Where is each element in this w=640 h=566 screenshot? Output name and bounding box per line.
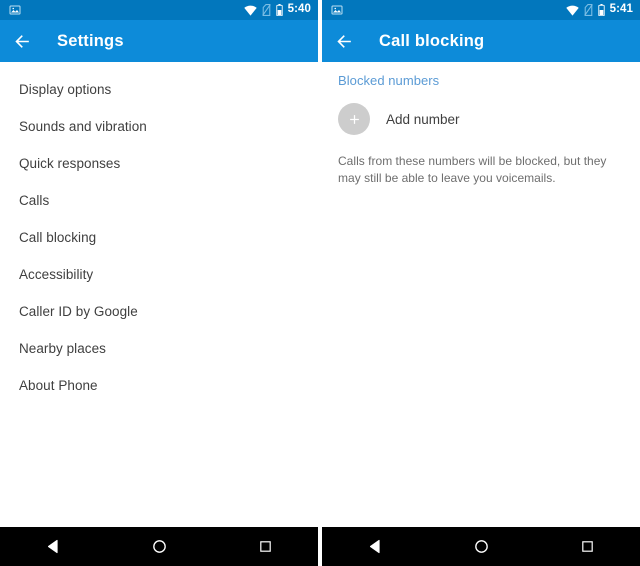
app-bar: Settings	[0, 20, 318, 62]
settings-item-quick-responses[interactable]: Quick responses	[0, 145, 318, 182]
wifi-icon	[243, 5, 257, 16]
settings-list: Display options Sounds and vibration Qui…	[0, 62, 318, 404]
settings-screen-panel: 5:40 Settings Display options Sounds and…	[0, 0, 318, 566]
list-item-label: Nearby places	[19, 341, 106, 356]
status-bar-clock: 5:41	[609, 2, 633, 15]
settings-item-sounds-and-vibration[interactable]: Sounds and vibration	[0, 108, 318, 145]
image-notification-icon	[331, 4, 343, 16]
settings-item-nearby-places[interactable]: Nearby places	[0, 330, 318, 367]
nav-recents-button[interactable]	[559, 527, 615, 566]
back-triangle-icon	[45, 538, 62, 555]
settings-content: Display options Sounds and vibration Qui…	[0, 62, 318, 527]
settings-item-call-blocking[interactable]: Call blocking	[0, 219, 318, 256]
no-sim-icon	[261, 4, 271, 16]
settings-item-caller-id-by-google[interactable]: Caller ID by Google	[0, 293, 318, 330]
status-bar: 5:41	[322, 0, 640, 20]
list-item-label: About Phone	[19, 378, 98, 393]
status-bar-notifications	[331, 4, 343, 16]
recents-square-icon	[258, 539, 273, 554]
list-item-label: Sounds and vibration	[19, 119, 147, 134]
settings-item-display-options[interactable]: Display options	[0, 71, 318, 108]
call-blocking-description: Calls from these numbers will be blocked…	[338, 154, 607, 185]
page-title: Call blocking	[379, 31, 485, 50]
battery-icon	[597, 4, 605, 16]
nav-home-button[interactable]	[453, 527, 509, 566]
list-item-label: Call blocking	[19, 230, 97, 245]
status-bar-icons: 5:41	[565, 2, 633, 17]
recents-square-icon	[580, 539, 595, 554]
settings-item-about-phone[interactable]: About Phone	[0, 367, 318, 404]
wifi-icon	[565, 5, 579, 16]
no-sim-icon	[583, 4, 593, 16]
back-button[interactable]	[322, 20, 366, 62]
back-triangle-icon	[367, 538, 384, 555]
list-item-label: Caller ID by Google	[19, 304, 138, 319]
status-bar-notifications	[9, 4, 21, 16]
list-item-label: Accessibility	[19, 267, 94, 282]
navigation-bar	[0, 527, 318, 566]
plus-icon	[338, 103, 370, 135]
back-arrow-icon	[335, 32, 354, 51]
image-notification-icon	[9, 4, 21, 16]
add-number-button[interactable]: Add number	[322, 88, 640, 135]
dual-screenshot-container: 5:40 Settings Display options Sounds and…	[0, 0, 640, 566]
call-blocking-screen-panel: 5:41 Call blocking Blocked numbers Add n…	[322, 0, 640, 566]
call-blocking-content: Blocked numbers Add number Calls from th…	[322, 62, 640, 527]
list-item-label: Quick responses	[19, 156, 121, 171]
nav-home-button[interactable]	[131, 527, 187, 566]
battery-icon	[275, 4, 283, 16]
home-circle-icon	[473, 538, 490, 555]
nav-recents-button[interactable]	[237, 527, 293, 566]
blocked-numbers-section-header: Blocked numbers	[338, 73, 440, 88]
status-bar: 5:40	[0, 0, 318, 20]
list-item-label: Display options	[19, 82, 112, 97]
list-item-label: Calls	[19, 193, 50, 208]
status-bar-icons: 5:40	[243, 2, 311, 17]
settings-item-calls[interactable]: Calls	[0, 182, 318, 219]
back-button[interactable]	[0, 20, 44, 62]
back-arrow-icon	[13, 32, 32, 51]
page-title: Settings	[57, 31, 124, 50]
settings-item-accessibility[interactable]: Accessibility	[0, 256, 318, 293]
nav-back-button[interactable]	[347, 527, 403, 566]
nav-back-button[interactable]	[25, 527, 81, 566]
navigation-bar	[322, 527, 640, 566]
add-number-label: Add number	[386, 111, 460, 127]
app-bar: Call blocking	[322, 20, 640, 62]
home-circle-icon	[151, 538, 168, 555]
status-bar-clock: 5:40	[287, 2, 311, 15]
